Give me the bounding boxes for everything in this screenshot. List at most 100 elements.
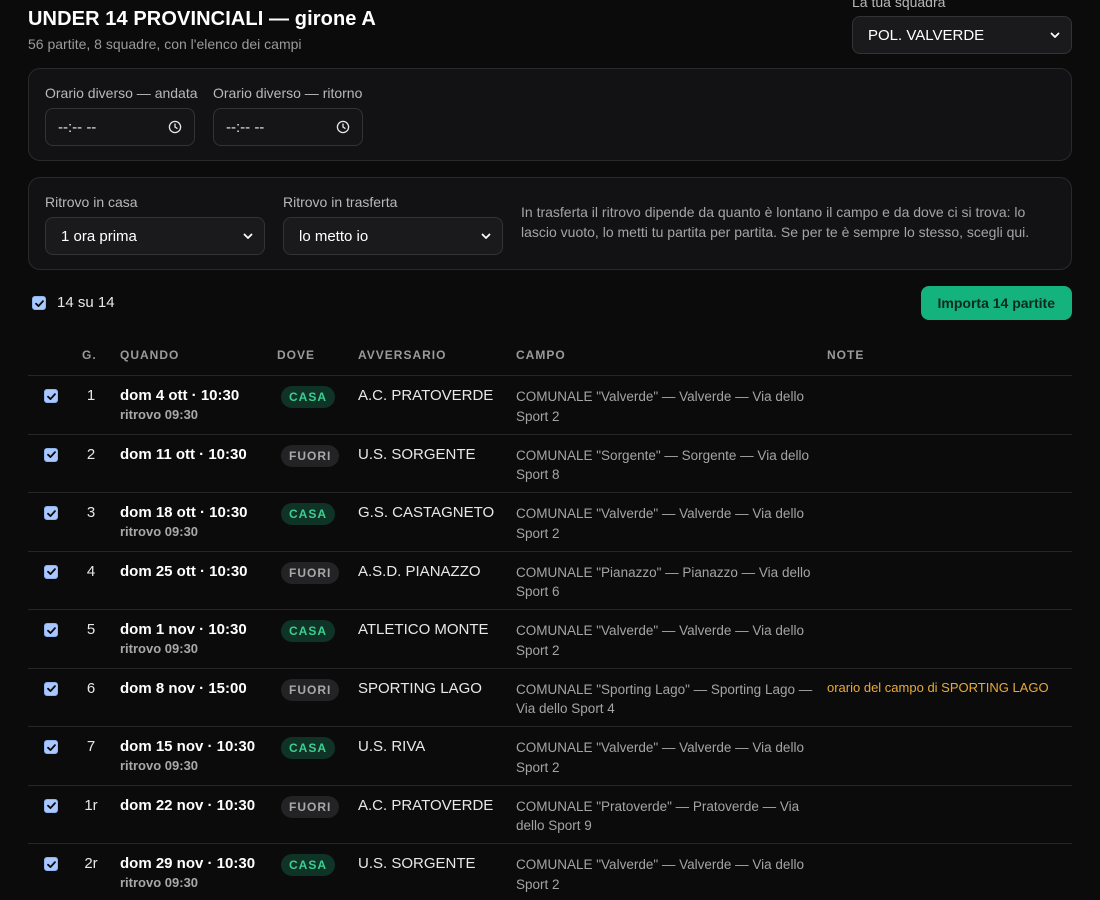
home-meeting-select[interactable]: 1 ora prima (45, 217, 265, 255)
field-address: COMUNALE "Valverde" — Valverde — Via del… (516, 506, 804, 541)
clock-icon (168, 120, 182, 134)
where-badge: FUORI (281, 444, 340, 467)
table-row: 7 dom 15 nov · 10:30 ritrovo 09:30 CASA … (28, 727, 1072, 786)
match-when: dom 8 nov · 15:00 (120, 680, 247, 700)
opponent-name: U.S. SORGENTE (358, 855, 476, 872)
table-body: 1 dom 4 ott · 10:30 ritrovo 09:30 CASA A… (28, 376, 1072, 900)
home-meeting-label: Ritrovo in casa (45, 194, 138, 210)
opponent-name: U.S. RIVA (358, 738, 426, 755)
table-row: 2r dom 29 nov · 10:30 ritrovo 09:30 CASA… (28, 844, 1072, 900)
import-button[interactable]: Importa 14 partite (920, 286, 1072, 320)
match-when: dom 1 nov · 10:30 ritrovo 09:30 (120, 621, 247, 656)
match-when: dom 18 ott · 10:30 ritrovo 09:30 (120, 504, 248, 539)
ritorno-time-label: Orario diverso — ritorno (213, 85, 363, 101)
check-icon (46, 392, 56, 400)
match-datetime: dom 11 ott · 10:30 (120, 445, 247, 463)
chevron-down-icon (481, 233, 491, 239)
meeting-time: ritrovo 09:30 (120, 407, 199, 422)
check-icon (46, 451, 56, 458)
table-row: 1 dom 4 ott · 10:30 ritrovo 09:30 CASA A… (28, 376, 1072, 435)
check-icon (46, 860, 56, 868)
row-checkbox[interactable] (44, 681, 58, 696)
field-address: COMUNALE "Pratoverde" — Pratoverde — Via… (516, 798, 800, 834)
row-checkbox[interactable] (44, 389, 58, 403)
row-checkbox[interactable] (44, 798, 58, 813)
page-subtitle: 56 partite, 8 squadre, con l'elenco dei … (28, 36, 302, 52)
ritorno-time-value: --:-- -- (226, 118, 265, 136)
match-datetime: dom 15 nov · 10:30 (120, 738, 256, 755)
opponent-name: SPORTING LAGO (358, 679, 482, 697)
meeting-time: ritrovo 09:30 (120, 524, 199, 539)
team-block: La tua squadra POL. VALVERDE (852, 0, 1072, 54)
ritorno-time-input[interactable]: --:-- -- (213, 108, 363, 146)
match-when: dom 25 ott · 10:30 (120, 563, 248, 583)
clock-icon (336, 120, 350, 134)
chevron-down-icon (243, 233, 253, 239)
where-badge: CASA (281, 503, 336, 525)
matchday-number: 4 (86, 562, 96, 580)
where-badge: CASA (281, 854, 336, 876)
team-select[interactable]: POL. VALVERDE (852, 16, 1072, 54)
match-when: dom 4 ott · 10:30 ritrovo 09:30 (120, 387, 239, 422)
row-checkbox[interactable] (44, 857, 58, 871)
meeting-time: ritrovo 09:30 (120, 758, 199, 773)
match-datetime: dom 1 nov · 10:30 (120, 621, 247, 638)
table-row: 5 dom 1 nov · 10:30 ritrovo 09:30 CASA A… (28, 610, 1072, 669)
check-icon (46, 685, 56, 692)
matchday-number: 6 (86, 679, 96, 697)
table-row: 1r dom 22 nov · 10:30 FUORI A.C. PRATOVE… (28, 786, 1072, 844)
row-note: orario del campo di SPORTING LAGO (827, 679, 1049, 695)
matchday-number: 2 (86, 445, 96, 463)
row-checkbox[interactable] (44, 623, 58, 637)
time-override-panel: Orario diverso — andata --:-- -- Orario … (28, 68, 1072, 161)
matchday-number: 7 (86, 738, 96, 755)
field-address: COMUNALE "Valverde" — Valverde — Via del… (516, 740, 804, 775)
table-row: 4 dom 25 ott · 10:30 FUORI A.S.D. PIANAZ… (28, 552, 1072, 610)
opponent-name: ATLETICO MONTE (358, 621, 489, 638)
table-row: 6 dom 8 nov · 15:00 FUORI SPORTING LAGO … (28, 669, 1072, 727)
chevron-down-icon (1050, 32, 1060, 38)
andata-time-input[interactable]: --:-- -- (45, 108, 195, 146)
where-badge: CASA (281, 620, 336, 642)
row-checkbox[interactable] (44, 447, 58, 462)
col-campo: CAMPO (516, 348, 566, 362)
meeting-help-text: In trasferta il ritrovo dipende da quant… (521, 204, 1030, 240)
team-label: La tua squadra (852, 0, 946, 10)
away-meeting-value: lo metto io (299, 227, 369, 245)
matchday-number: 1 (86, 387, 96, 404)
field-address: COMUNALE "Pianazzo" — Pianazzo — Via del… (516, 564, 811, 600)
where-badge: FUORI (281, 561, 340, 584)
andata-time-value: --:-- -- (58, 118, 97, 136)
table-row: 2 dom 11 ott · 10:30 FUORI U.S. SORGENTE… (28, 435, 1072, 493)
check-icon (46, 626, 56, 634)
selection-count: 14 su 14 (57, 294, 115, 311)
col-avversario: AVVERSARIO (358, 348, 447, 362)
home-meeting-value: 1 ora prima (61, 227, 137, 245)
check-icon (46, 568, 56, 575)
select-all-checkbox[interactable] (32, 296, 46, 310)
field-address: COMUNALE "Sporting Lago" — Sporting Lago… (516, 681, 813, 717)
opponent-name: A.S.D. PIANAZZO (358, 562, 481, 580)
field-address: COMUNALE "Valverde" — Valverde — Via del… (516, 389, 804, 424)
check-icon (46, 509, 56, 517)
page-title: UNDER 14 PROVINCIALI — girone A (28, 8, 376, 30)
opponent-name: A.C. PRATOVERDE (358, 387, 494, 404)
opponent-name: A.C. PRATOVERDE (358, 796, 494, 814)
match-datetime: dom 4 ott · 10:30 (120, 387, 240, 404)
andata-time-label: Orario diverso — andata (45, 85, 198, 101)
check-icon (46, 802, 56, 809)
row-checkbox[interactable] (44, 564, 58, 579)
where-badge: FUORI (281, 678, 340, 701)
field-address: COMUNALE "Valverde" — Valverde — Via del… (516, 623, 804, 658)
matchday-number: 3 (86, 504, 96, 521)
away-meeting-select[interactable]: lo metto io (283, 217, 503, 255)
row-checkbox[interactable] (44, 506, 58, 520)
matchday-number: 1r (84, 796, 98, 814)
table-header: G. QUANDO DOVE AVVERSARIO CAMPO NOTE (28, 338, 1072, 376)
table-toolbar: 14 su 14 Importa 14 partite (28, 286, 1072, 338)
row-checkbox[interactable] (44, 740, 58, 754)
opponent-name: G.S. CASTAGNETO (358, 504, 495, 521)
matchday-number: 5 (86, 621, 96, 638)
away-meeting-label: Ritrovo in trasferta (283, 194, 398, 210)
meeting-time: ritrovo 09:30 (120, 875, 199, 890)
